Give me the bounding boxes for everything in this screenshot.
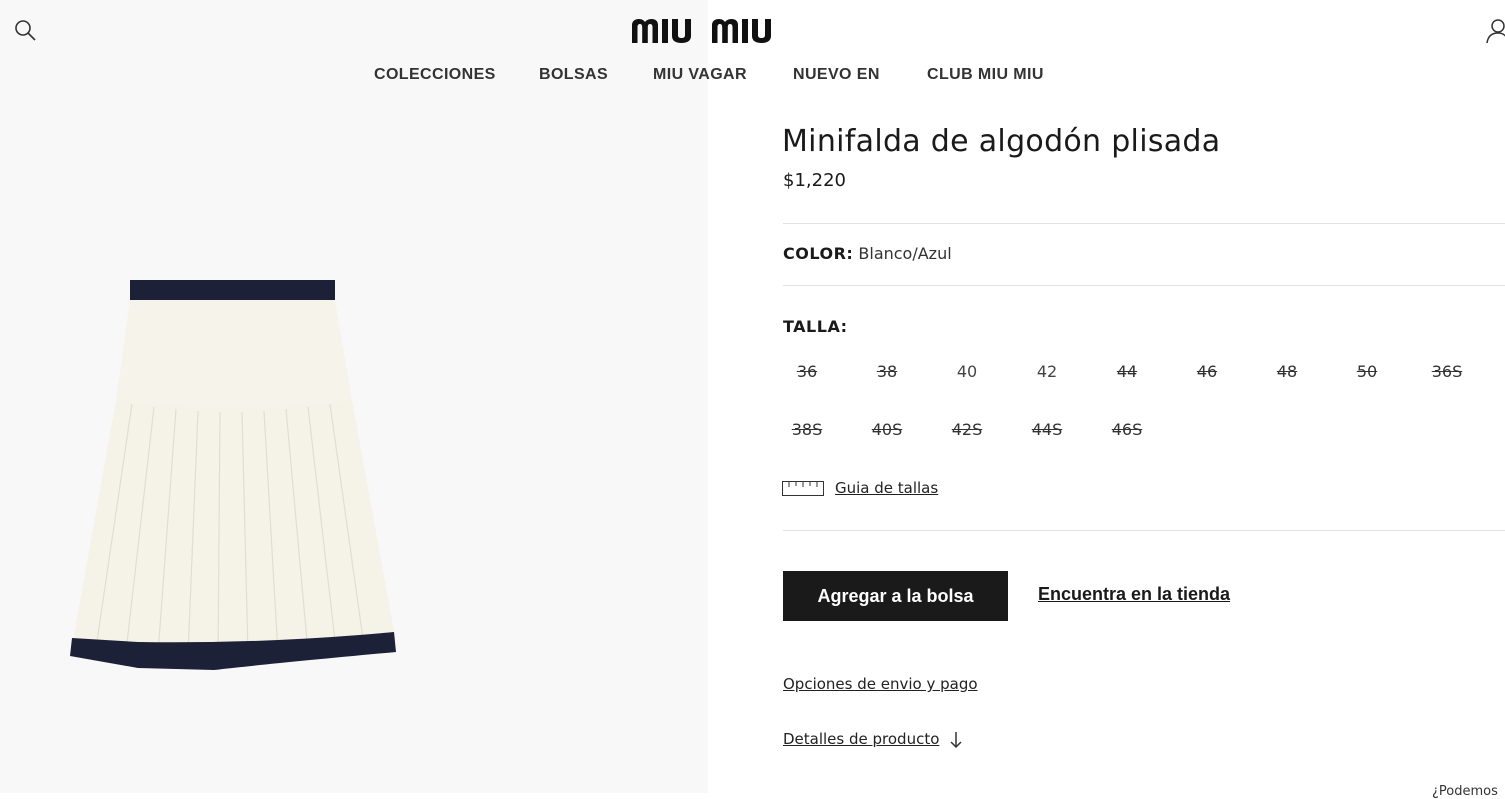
size-option-42s[interactable]: 42S <box>942 420 992 439</box>
nav-item-bolsas[interactable]: BOLSAS <box>539 66 608 84</box>
size-option-40[interactable]: 40 <box>942 362 992 381</box>
size-option-46s[interactable]: 46S <box>1102 420 1152 439</box>
size-label: TALLA: <box>783 317 848 336</box>
color-row: COLOR: Blanco/Azul <box>783 244 952 263</box>
user-icon[interactable] <box>1486 18 1505 44</box>
size-guide-link[interactable]: Guia de tallas <box>835 479 938 497</box>
size-option-44[interactable]: 44 <box>1102 362 1152 381</box>
size-option-36[interactable]: 36 <box>782 362 832 381</box>
product-price: $1,220 <box>783 170 846 191</box>
size-option-44s[interactable]: 44S <box>1022 420 1072 439</box>
size-option-46[interactable]: 46 <box>1182 362 1232 381</box>
size-option-38s[interactable]: 38S <box>782 420 832 439</box>
divider <box>783 530 1505 531</box>
size-option-42[interactable]: 42 <box>1022 362 1072 381</box>
color-value: Blanco/Azul <box>858 244 952 263</box>
size-option-50[interactable]: 50 <box>1342 362 1392 381</box>
size-option-48[interactable]: 48 <box>1262 362 1312 381</box>
nav-item-club-miu-miu[interactable]: CLUB MIU MIU <box>927 66 1044 84</box>
color-label: COLOR: <box>783 244 854 263</box>
product-details-link[interactable]: Detalles de producto <box>783 730 939 748</box>
shipping-options-link[interactable]: Opciones de envio y pago <box>783 675 978 693</box>
size-option-38[interactable]: 38 <box>862 362 912 381</box>
nav-item-colecciones[interactable]: COLECCIONES <box>374 66 496 84</box>
divider <box>783 285 1505 286</box>
nav-item-nuevo-en[interactable]: NUEVO EN <box>793 66 880 84</box>
size-option-36s[interactable]: 36S <box>1422 362 1472 381</box>
product-title: Minifalda de algodón plisada <box>782 124 1221 159</box>
add-to-bag-button[interactable]: Agregar a la bolsa <box>783 571 1008 621</box>
main-navigation: COLECCIONES BOLSAS MIU VAGAR NUEVO EN CL… <box>0 66 1505 88</box>
search-icon[interactable] <box>13 18 37 42</box>
nav-item-miu-vagar[interactable]: MIU VAGAR <box>653 66 747 84</box>
brand-logo[interactable] <box>632 19 784 43</box>
size-option-40s[interactable]: 40S <box>862 420 912 439</box>
ruler-icon <box>782 481 824 496</box>
product-image[interactable] <box>66 276 400 674</box>
find-in-store-link[interactable]: Encuentra en la tienda <box>1038 584 1230 605</box>
help-prompt: ¿Podemos <box>1432 784 1498 799</box>
divider <box>783 223 1505 224</box>
arrow-down-icon[interactable] <box>950 731 962 749</box>
